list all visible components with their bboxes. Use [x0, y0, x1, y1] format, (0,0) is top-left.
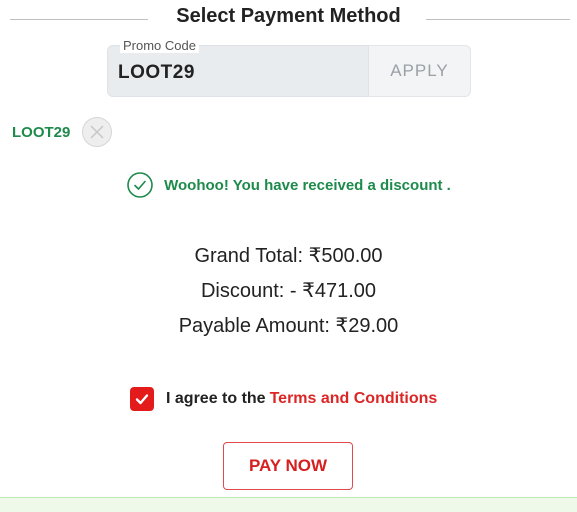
terms-link[interactable]: Terms and Conditions	[270, 390, 438, 407]
promo-code-label: Promo Code	[120, 38, 199, 53]
section-header: Select Payment Method	[0, 0, 577, 34]
promo-code-value: LOOT29	[118, 62, 195, 83]
check-icon	[135, 394, 149, 405]
terms-prefix: I agree to the	[166, 390, 266, 407]
terms-checkbox[interactable]	[130, 387, 154, 411]
success-text: Woohoo! You have received a discount .	[164, 176, 451, 194]
grand-total: Grand Total: ₹500.00	[194, 245, 383, 267]
check-circle-icon	[127, 172, 153, 198]
pay-now-button[interactable]: PAY NOW	[223, 442, 353, 490]
promo-code-group: Promo Code LOOT29 APPLY	[107, 38, 471, 97]
apply-button[interactable]: APPLY	[369, 45, 471, 97]
bottom-bar	[0, 497, 577, 512]
close-icon[interactable]	[82, 117, 113, 147]
terms-agreement: I agree to the Terms and Conditions	[130, 387, 437, 411]
payable-amount: Payable Amount: ₹29.00	[178, 315, 399, 337]
order-totals: Grand Total: ₹500.00 Discount: - ₹471.00…	[0, 242, 577, 347]
page-title: Select Payment Method	[176, 5, 401, 27]
terms-label: I agree to the Terms and Conditions	[166, 390, 437, 408]
promo-code-input[interactable]: Promo Code LOOT29	[107, 38, 369, 97]
discount-amount: Discount: - ₹471.00	[200, 280, 377, 302]
applied-coupon-code: LOOT29	[12, 123, 71, 141]
divider-right	[426, 19, 570, 20]
applied-coupon: LOOT29	[12, 117, 113, 147]
discount-success-message: Woohoo! You have received a discount .	[0, 171, 577, 199]
